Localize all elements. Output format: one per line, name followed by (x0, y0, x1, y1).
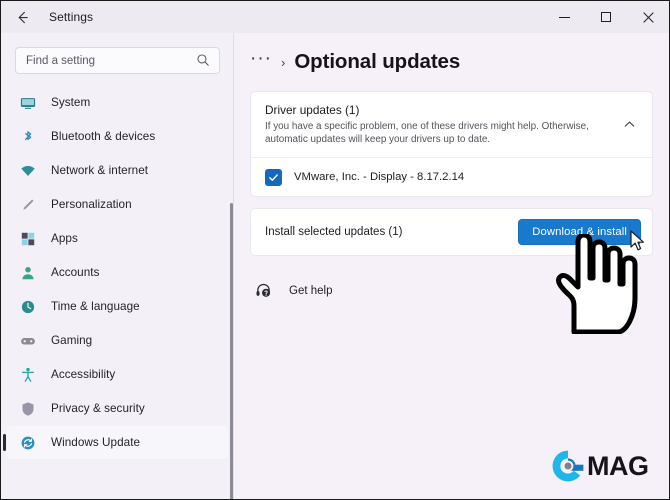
driver-updates-text-block: Driver updates (1) If you have a specifi… (265, 103, 618, 146)
windows-update-icon (19, 434, 36, 451)
breadcrumb: ··· › Optional updates (234, 33, 669, 74)
emag-e-logo (552, 450, 584, 482)
minimize-button[interactable] (543, 1, 585, 33)
sidebar-item-accessibility[interactable]: Accessibility (7, 358, 228, 391)
driver-update-item-row[interactable]: VMware, Inc. - Display - 8.17.2.14 (251, 158, 652, 196)
accessibility-person-icon (19, 366, 36, 383)
app-title: Settings (49, 10, 94, 24)
sidebar-item-label: Time & language (51, 300, 140, 313)
back-arrow-icon (18, 11, 28, 23)
sidebar-nav-list: System Bluetooth & devices Network & int… (1, 86, 234, 459)
driver-updates-description: If you have a specific problem, one of t… (265, 121, 589, 145)
help-headset-icon (254, 281, 273, 300)
bluetooth-icon (19, 128, 36, 145)
install-updates-card: Install selected updates (1) Download & … (250, 208, 653, 256)
driver-updates-title: Driver updates (1) (265, 103, 360, 117)
driver-update-checkbox[interactable] (265, 168, 282, 186)
close-button[interactable] (627, 1, 669, 33)
display-icon (19, 94, 36, 111)
driver-updates-card: Driver updates (1) If you have a specifi… (250, 91, 653, 197)
sidebar-item-windows-update[interactable]: Windows Update (3, 426, 228, 459)
breadcrumb-separator-icon: › (280, 54, 286, 70)
sidebar-item-personalization[interactable]: Personalization (7, 188, 228, 221)
gamepad-icon (19, 332, 36, 349)
sidebar-item-accounts[interactable]: Accounts (7, 256, 228, 289)
download-and-install-button[interactable]: Download & install (518, 219, 641, 245)
sidebar-item-bluetooth-devices[interactable]: Bluetooth & devices (7, 120, 228, 153)
maximize-icon (601, 12, 611, 22)
get-help-link[interactable]: Get help (254, 281, 669, 300)
search-input[interactable] (16, 48, 194, 73)
apps-grid-icon (19, 230, 36, 247)
sidebar-item-label: Apps (51, 232, 78, 245)
settings-window: Settings Find a setting System Bluetooth… (0, 0, 670, 500)
sidebar-item-label: Gaming (51, 334, 93, 347)
main-content: ··· › Optional updates Driver updates (1… (234, 33, 669, 499)
install-selected-label: Install selected updates (1) (265, 226, 403, 238)
sidebar-item-gaming[interactable]: Gaming (7, 324, 228, 357)
sidebar-item-label: Bluetooth & devices (51, 130, 156, 143)
window-controls (543, 1, 669, 33)
emag-watermark-text: MAG (587, 450, 649, 481)
maximize-button[interactable] (585, 1, 627, 33)
sidebar-item-label: Accessibility (51, 368, 116, 381)
page-title: Optional updates (294, 50, 461, 73)
minimize-icon (558, 16, 570, 18)
person-icon (19, 264, 36, 281)
sidebar-item-label: Windows Update (51, 436, 141, 449)
search-box[interactable] (15, 47, 220, 74)
search-container (1, 33, 234, 74)
sidebar-item-time-language[interactable]: Time & language (7, 290, 228, 323)
driver-update-item-label: VMware, Inc. - Display - 8.17.2.14 (294, 171, 465, 183)
chevron-up-icon[interactable] (618, 113, 640, 135)
emag-watermark: MAG (550, 448, 649, 484)
sidebar-item-network-internet[interactable]: Network & internet (7, 154, 228, 187)
sidebar-item-label: Network & internet (51, 164, 149, 177)
sidebar-item-apps[interactable]: Apps (7, 222, 228, 255)
shield-icon (19, 400, 36, 417)
back-button[interactable] (5, 2, 39, 32)
sidebar: System Bluetooth & devices Network & int… (1, 33, 234, 499)
driver-updates-header[interactable]: Driver updates (1) If you have a specifi… (251, 92, 652, 157)
search-icon (195, 52, 211, 68)
sidebar-item-label: System (51, 96, 91, 109)
clock-icon (19, 298, 36, 315)
wifi-icon (19, 162, 36, 179)
close-icon (642, 11, 654, 23)
brush-icon (19, 196, 36, 213)
sidebar-item-system[interactable]: System (7, 86, 228, 119)
get-help-label: Get help (289, 284, 333, 297)
sidebar-item-label: Personalization (51, 198, 132, 211)
sidebar-item-privacy-security[interactable]: Privacy & security (7, 392, 228, 425)
sidebar-item-label: Accounts (51, 266, 100, 279)
breadcrumb-overflow-button[interactable]: ··· (250, 49, 272, 72)
title-bar: Settings (1, 1, 669, 33)
checkmark-icon (269, 173, 278, 181)
sidebar-item-label: Privacy & security (51, 402, 145, 415)
